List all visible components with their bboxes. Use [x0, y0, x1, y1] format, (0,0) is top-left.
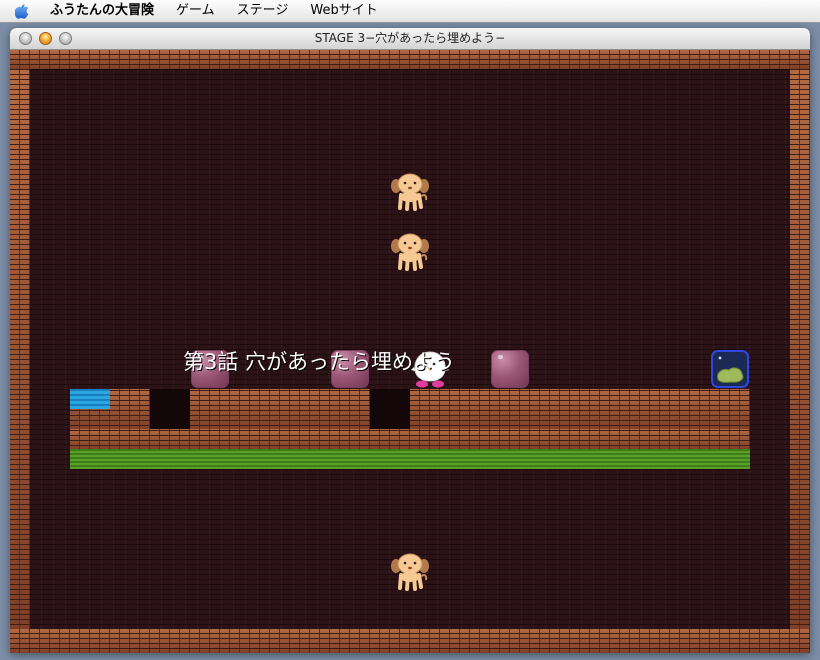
grass-floor: [70, 449, 750, 469]
window-title: STAGE 3−穴があったら埋めよう−: [314, 31, 506, 45]
game-window: STAGE 3−穴があったら埋めよう− 第3話 穴があったら埋めよう: [10, 28, 810, 653]
brick-frame-left: [10, 69, 30, 629]
water-tile: [70, 389, 110, 409]
menu-website[interactable]: Webサイト: [299, 0, 388, 22]
dog-enemy-icon: [391, 553, 429, 591]
window-titlebar[interactable]: STAGE 3−穴があったら埋めよう−: [10, 28, 810, 50]
game-field[interactable]: 第3話 穴があったら埋めよう: [10, 50, 810, 653]
dog-enemy-icon: [391, 173, 429, 211]
platform-middle-block: [190, 389, 370, 430]
brick-frame-top: [10, 50, 810, 69]
menu-game[interactable]: ゲーム: [165, 0, 226, 22]
dog-enemy[interactable]: [390, 231, 430, 275]
green-blob-icon: [717, 356, 744, 383]
brick-frame-right: [790, 69, 810, 629]
brick-frame-bottom: [10, 629, 810, 653]
platform-right-block: [410, 389, 750, 430]
menu-app-name[interactable]: ふうたんの大冒険: [44, 0, 165, 22]
hole-2: [370, 389, 410, 429]
menu-stage[interactable]: ステージ: [226, 0, 300, 22]
menu-bar: ふうたんの大冒険 ゲーム ステージ Webサイト: [0, 0, 820, 23]
dog-enemy[interactable]: [390, 551, 430, 595]
stage-caption: 第3話 穴があったら埋めよう: [183, 350, 456, 374]
pink-block[interactable]: [491, 350, 529, 388]
dog-enemy-icon: [391, 233, 429, 271]
platform-base: [70, 429, 750, 450]
hole-1: [150, 389, 190, 429]
apple-menu-icon[interactable]: [0, 0, 44, 22]
dog-enemy[interactable]: [390, 171, 430, 215]
goal-jar[interactable]: [711, 350, 749, 388]
